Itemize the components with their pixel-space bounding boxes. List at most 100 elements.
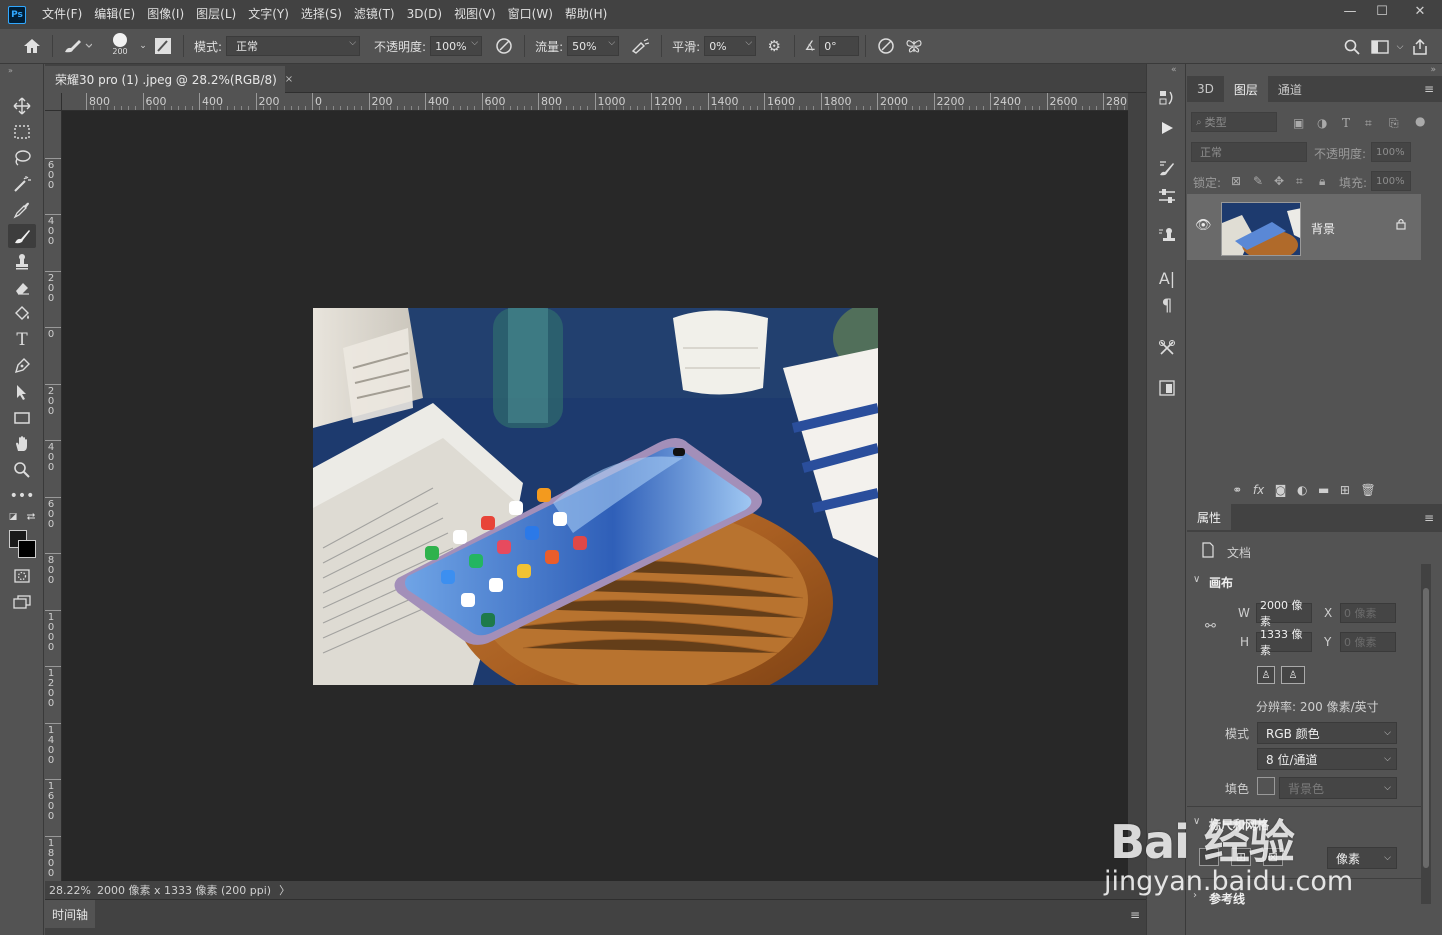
close-tab-icon[interactable]: × — [285, 74, 293, 85]
menu-layer[interactable]: 图层(L) — [190, 0, 242, 29]
vertical-scrollbar[interactable] — [1128, 93, 1146, 881]
collapse-dock-icon[interactable]: « — [1171, 65, 1177, 75]
document-image[interactable] — [313, 308, 878, 685]
workspace-icon[interactable] — [1366, 35, 1394, 59]
smoothing-input[interactable]: 0% ⌵ — [704, 36, 757, 56]
layer-thumbnail[interactable] — [1221, 202, 1301, 256]
more-tools-icon[interactable]: ••• — [8, 484, 36, 508]
clone-source-icon[interactable] — [1153, 224, 1181, 248]
status-menu-arrow[interactable]: 〉 — [279, 882, 290, 898]
move-tool-icon[interactable] — [8, 94, 36, 118]
filter-shape-icon[interactable]: ⌗ — [1365, 116, 1372, 131]
vertical-ruler[interactable]: 0 600 400 200 0 200 400 600 800 1000 1200 1400 1600 1… — [45, 111, 62, 881]
chevron-down-icon[interactable]: ∨ — [1193, 574, 1200, 585]
zoom-tool-icon[interactable] — [8, 458, 36, 482]
document-tab[interactable]: 荣耀30 pro (1) .jpeg @ 28.2%(RGB/8) × — [45, 66, 293, 93]
tab-properties[interactable]: 属性 — [1187, 504, 1232, 530]
eraser-tool-icon[interactable] — [8, 276, 36, 300]
width-input[interactable]: 2000 像素 — [1256, 599, 1312, 628]
opacity-input[interactable]: 100% ⌵ — [430, 36, 483, 56]
layer-fill-input[interactable]: 100% — [1371, 171, 1411, 191]
stamp-tool-icon[interactable] — [8, 250, 36, 274]
screen-mode-icon[interactable] — [8, 590, 36, 614]
tab-channels[interactable]: 通道 — [1268, 76, 1312, 102]
angle-input[interactable]: 0° — [819, 36, 860, 56]
lock-all-icon[interactable]: 🔒︎ — [1319, 174, 1325, 189]
pressure-opacity-icon[interactable] — [490, 34, 518, 58]
fx-icon[interactable]: fx — [1253, 483, 1264, 497]
path-selection-tool-icon[interactable] — [8, 380, 36, 404]
y-input[interactable]: 0 像素 — [1340, 632, 1396, 652]
link-icon[interactable]: ⚭ — [1232, 483, 1242, 497]
ruler-origin[interactable] — [45, 93, 62, 111]
timeline-tab[interactable]: 时间轴 — [45, 900, 95, 928]
background-color-swatch[interactable] — [18, 540, 36, 558]
chevron-down-icon[interactable]: ⌵ — [1394, 35, 1406, 59]
brush-size-picker[interactable]: 200 — [103, 31, 137, 61]
lasso-tool-icon[interactable] — [8, 146, 36, 170]
menu-filter[interactable]: 滤镜(T) — [348, 0, 401, 29]
layer-row[interactable]: 👁︎ 背景 — [1187, 194, 1421, 260]
symmetry-butterfly-icon[interactable] — [900, 34, 928, 58]
rulers-grids-section-title[interactable]: 标尺和网格 — [1209, 816, 1269, 833]
menu-3d[interactable]: 3D(D) — [401, 0, 448, 29]
tool-presets-icon[interactable] — [1153, 336, 1181, 360]
eyedropper-tool-icon[interactable] — [8, 198, 36, 222]
layers-scrollbar[interactable] — [1421, 194, 1442, 474]
bit-depth-select[interactable]: 8 位/通道 ⌵ — [1257, 748, 1397, 770]
filter-type-icon[interactable]: T — [1342, 116, 1350, 130]
link-dimensions-icon[interactable]: ⚯ — [1205, 619, 1216, 634]
guides-section-title[interactable]: 参考线 — [1209, 890, 1245, 907]
panel-menu-icon[interactable]: ≡ — [1130, 908, 1140, 922]
panel-menu-icon[interactable]: ≡ — [1424, 511, 1434, 525]
minimize-button[interactable]: — — [1334, 0, 1366, 22]
folder-icon[interactable]: ▬ — [1318, 483, 1329, 497]
close-button[interactable]: ✕ — [1398, 0, 1442, 22]
adjustment-icon[interactable]: ◐ — [1297, 483, 1307, 497]
swap-colors-icon[interactable]: ⮂ — [24, 510, 38, 524]
fill-color-select[interactable]: 背景色 ⌵ — [1279, 777, 1397, 799]
grid-toggle-icon[interactable]: ⊞ — [1231, 848, 1251, 866]
search-icon[interactable] — [1338, 35, 1366, 59]
menu-edit[interactable]: 编辑(E) — [88, 0, 141, 29]
lock-artboard-icon[interactable]: ⌗ — [1296, 174, 1303, 189]
quick-mask-icon[interactable] — [8, 564, 36, 588]
blend-mode-select[interactable]: 正常 — [1191, 142, 1307, 162]
tab-layers[interactable]: 图层 — [1223, 76, 1268, 102]
chevron-down-icon[interactable]: ∨ — [1193, 816, 1200, 827]
layer-name[interactable]: 背景 — [1311, 220, 1335, 237]
paint-bucket-tool-icon[interactable] — [8, 302, 36, 326]
filter-adjustment-icon[interactable]: ◑ — [1317, 116, 1327, 130]
canvas-section-title[interactable]: 画布 — [1209, 574, 1233, 591]
libraries-icon[interactable] — [1153, 376, 1181, 400]
layer-filter-select[interactable]: ⌕ 类型 — [1191, 112, 1277, 132]
menu-type[interactable]: 文字(Y) — [242, 0, 295, 29]
flow-input[interactable]: 50% ⌵ — [567, 36, 620, 56]
maximize-button[interactable]: ☐ — [1366, 0, 1398, 22]
menu-select[interactable]: 选择(S) — [295, 0, 348, 29]
panel-menu-icon[interactable]: ≡ — [1424, 82, 1434, 96]
history-icon[interactable] — [1153, 86, 1181, 110]
expand-panels-icon[interactable]: » — [1430, 65, 1436, 75]
tab-3d[interactable]: 3D — [1187, 76, 1224, 102]
portrait-orientation-icon[interactable]: ♙ — [1257, 666, 1275, 684]
menu-help[interactable]: 帮助(H) — [559, 0, 613, 29]
menu-view[interactable]: 视图(V) — [448, 0, 502, 29]
lock-pixels-icon[interactable]: ✎ — [1253, 174, 1263, 188]
chevron-down-icon[interactable]: ⌄ — [137, 34, 149, 58]
mode-select[interactable]: 正常 ⌵ — [226, 36, 361, 56]
collapse-toolbar-icon[interactable]: » — [8, 66, 13, 75]
scrollbar-thumb[interactable] — [1423, 588, 1429, 868]
filter-smart-object-icon[interactable]: ⎘ — [1389, 116, 1399, 131]
layer-opacity-input[interactable]: 100% — [1371, 142, 1411, 162]
horizontal-ruler[interactable]: 800 600 400 200 0 200 400 600 800 1000 1200 1400 160… — [62, 93, 1128, 111]
gear-icon[interactable]: ⚙ — [760, 34, 788, 58]
brush-settings-panel-icon[interactable] — [149, 34, 177, 58]
paragraph-panel-icon[interactable]: ¶ — [1153, 294, 1181, 318]
menu-image[interactable]: 图像(I) — [141, 0, 190, 29]
ruler-units-select[interactable]: 像素 ⌵ — [1327, 847, 1397, 869]
menu-window[interactable]: 窗口(W) — [502, 0, 559, 29]
filter-toggle-icon[interactable]: ● — [1415, 114, 1425, 128]
filter-pixel-icon[interactable]: ▣ — [1293, 116, 1304, 130]
trash-icon[interactable]: 🗑︎ — [1360, 483, 1375, 497]
